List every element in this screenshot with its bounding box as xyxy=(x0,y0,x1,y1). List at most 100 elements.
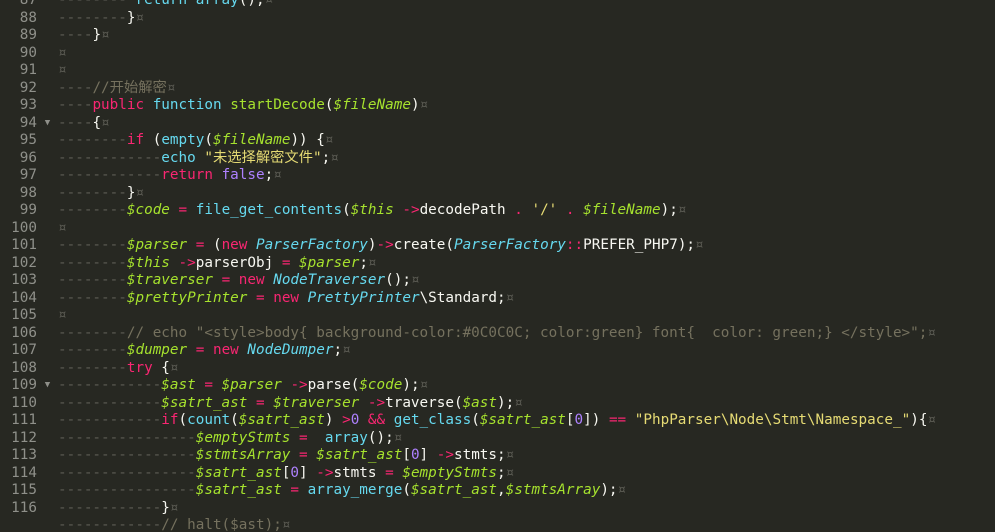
code-line[interactable]: 88 --------}¤ xyxy=(0,10,995,28)
code-line[interactable]: 112 ----------------$emptyStmts = array()… xyxy=(0,430,995,448)
code-text[interactable]: -------- return array();¤ xyxy=(58,0,273,10)
code-line[interactable]: 98 --------}¤ xyxy=(0,185,995,203)
code-line[interactable]: 102 --------$this ->parserObj = $parser;¤ xyxy=(0,255,995,273)
code-token: [ xyxy=(402,447,411,463)
line-gutter: 111 xyxy=(0,412,58,430)
code-line[interactable]: 105 ¤ xyxy=(0,307,995,325)
code-line[interactable]: 99 --------$code = file_get_contents($thi… xyxy=(0,202,995,220)
code-line[interactable]: 113 ----------------$stmtsArray = $satrt_… xyxy=(0,447,995,465)
code-line[interactable]: 104 --------$prettyPrinter = new PrettyPr… xyxy=(0,290,995,308)
code-token: return xyxy=(135,0,188,8)
code-line[interactable]: 111 ------------if(count($satrt_ast) >0 &… xyxy=(0,412,995,430)
code-line[interactable]: 116 ------------}¤ xyxy=(0,500,995,518)
code-text[interactable]: ----------------$satrt_ast = array_merge… xyxy=(58,482,626,500)
code-text[interactable]: ------------return false;¤ xyxy=(58,167,282,185)
code-text[interactable]: ----//开始解密¤ xyxy=(58,80,175,98)
code-text[interactable]: --------$prettyPrinter = new PrettyPrint… xyxy=(58,290,514,308)
whitespace-marker: ¤ xyxy=(135,184,145,201)
code-text[interactable]: ------------}¤ xyxy=(58,500,179,518)
code-token: $traverser xyxy=(273,394,360,411)
code-text[interactable]: ----------------$stmtsArray = $satrt_ast… xyxy=(58,447,514,465)
code-line[interactable]: 106 --------// echo "<style>body{ backgro… xyxy=(0,325,995,343)
code-token: -> xyxy=(402,202,420,218)
code-line[interactable]: 100 ¤ xyxy=(0,220,995,238)
code-token: ) xyxy=(324,412,343,428)
code-line[interactable]: 101 --------$parser = (new ParserFactory)… xyxy=(0,237,995,255)
code-line[interactable]: 103 --------$traverser = new NodeTraverse… xyxy=(0,272,995,290)
code-token: //开始解密 xyxy=(92,79,167,96)
code-token: ); xyxy=(600,482,618,498)
code-text[interactable]: --------try {¤ xyxy=(58,360,179,378)
code-text[interactable]: --------$traverser = new NodeTraverser()… xyxy=(58,272,420,290)
whitespace-marker: -------- xyxy=(58,272,127,288)
code-text[interactable]: ¤ xyxy=(58,45,67,63)
whitespace-marker: ---------------- xyxy=(58,447,196,463)
code-token: $satrt_ast xyxy=(479,412,566,428)
code-token: $prettyPrinter xyxy=(126,289,248,306)
code-line[interactable]: 94 ▼ ----{¤ xyxy=(0,115,995,133)
code-line[interactable]: 93 ----public function startDecode($fileN… xyxy=(0,97,995,115)
code-line[interactable]: 87 -------- return array();¤ xyxy=(0,0,995,10)
code-line[interactable]: ------------// halt($ast);¤ xyxy=(0,517,995,532)
line-gutter: 98 xyxy=(0,185,58,203)
code-line[interactable]: 109 ▼ ------------$ast = $parser ->parse($… xyxy=(0,377,995,395)
fold-arrow-icon[interactable]: ▼ xyxy=(37,115,58,133)
code-text[interactable]: --------$code = file_get_contents($this … xyxy=(58,202,686,220)
code-token: == xyxy=(608,412,627,428)
code-text[interactable]: ¤ xyxy=(58,307,67,325)
code-text[interactable]: ------------$satrt_ast = $traverser ->tr… xyxy=(58,395,523,413)
code-text[interactable]: --------}¤ xyxy=(58,10,144,28)
whitespace-marker: ¤ xyxy=(342,342,351,358)
code-line[interactable]: 92 ----//开始解密¤ xyxy=(0,80,995,98)
code-text[interactable]: --------if (empty($fileName)) {¤ xyxy=(58,132,333,150)
code-text[interactable]: --------$this ->parserObj = $parser;¤ xyxy=(58,255,377,273)
code-editor[interactable]: 87 -------- return array();¤ 88 --------}¤ 8… xyxy=(0,0,995,532)
whitespace-marker: ---------------- xyxy=(58,429,196,446)
code-text[interactable]: ----}¤ xyxy=(58,27,110,45)
code-line[interactable]: 110 ------------$satrt_ast = $traverser -… xyxy=(0,395,995,413)
line-number: 94 xyxy=(19,114,37,131)
whitespace-marker: ------------ xyxy=(58,167,162,183)
code-text[interactable]: ------------if(count($satrt_ast) >0 && g… xyxy=(58,412,936,430)
code-line[interactable]: 91 ¤ xyxy=(0,62,995,80)
whitespace-marker: -------- xyxy=(58,289,127,306)
code-text[interactable]: ------------$ast = $parser ->parse($code… xyxy=(58,377,428,395)
code-line[interactable]: 97 ------------return false;¤ xyxy=(0,167,995,185)
code-text[interactable]: ------------echo "未选择解密文件";¤ xyxy=(58,150,339,168)
code-text[interactable]: ------------// halt($ast);¤ xyxy=(58,517,290,532)
whitespace-marker: ------------ xyxy=(58,412,162,428)
code-token: $dumper xyxy=(126,342,188,358)
code-token: $fileName xyxy=(583,202,661,218)
code-token: // halt($ast); xyxy=(161,517,282,532)
code-line[interactable]: 114 ----------------$satrt_ast[0] ->stmts… xyxy=(0,465,995,483)
code-text[interactable]: ----------------$satrt_ast[0] ->stmts = … xyxy=(58,465,514,483)
code-text[interactable]: ¤ xyxy=(58,62,67,80)
code-text[interactable]: ¤ xyxy=(58,220,67,238)
code-token: count xyxy=(187,412,231,428)
code-text[interactable]: ----public function startDecode($fileNam… xyxy=(58,97,428,115)
code-text[interactable]: ----------------$emptyStmts = array();¤ xyxy=(58,430,402,448)
code-text[interactable]: --------// echo "<style>body{ background… xyxy=(58,325,936,343)
code-text[interactable]: ----{¤ xyxy=(58,115,110,133)
whitespace-marker: ¤ xyxy=(677,202,687,218)
code-line[interactable]: 90 ¤ xyxy=(0,45,995,63)
code-text[interactable]: --------$dumper = new NodeDumper;¤ xyxy=(58,342,351,360)
code-line[interactable]: 89 ----}¤ xyxy=(0,27,995,45)
code-token: $satrt_ast xyxy=(238,412,325,428)
code-line[interactable]: 96 ------------echo "未选择解密文件";¤ xyxy=(0,150,995,168)
code-line[interactable]: 95 --------if (empty($fileName)) {¤ xyxy=(0,132,995,150)
code-line[interactable]: 107 --------$dumper = new NodeDumper;¤ xyxy=(0,342,995,360)
code-token: && xyxy=(367,412,386,428)
code-token: $this xyxy=(350,202,394,218)
line-number: 96 xyxy=(19,149,37,166)
code-token: ; xyxy=(333,342,343,358)
code-line[interactable]: 115 ----------------$satrt_ast = array_me… xyxy=(0,482,995,500)
fold-arrow-icon[interactable]: ▼ xyxy=(37,377,58,395)
code-line[interactable]: 108 --------try {¤ xyxy=(0,360,995,378)
code-text[interactable]: --------$parser = (new ParserFactory)->c… xyxy=(58,237,704,255)
code-text[interactable]: --------}¤ xyxy=(58,185,144,203)
